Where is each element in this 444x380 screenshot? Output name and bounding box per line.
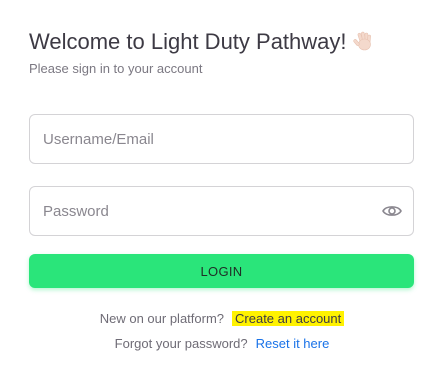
password-input[interactable] [43, 187, 373, 235]
page-subtitle: Please sign in to your account [29, 61, 203, 76]
new-platform-text: New on our platform? [99, 311, 225, 326]
eye-icon[interactable] [381, 201, 403, 221]
reset-password-row: Forgot your password? Reset it here [0, 336, 444, 352]
page-title: Welcome to Light Duty Pathway! [29, 28, 373, 59]
reset-password-link[interactable]: Reset it here [256, 336, 330, 351]
password-field[interactable] [29, 186, 414, 236]
create-account-row: New on our platform? Create an account [0, 311, 444, 327]
waving-hand-icon [352, 30, 373, 59]
login-button[interactable]: LOGIN [29, 254, 414, 288]
login-card: Welcome to Light Duty Pathway! Please si… [0, 0, 444, 380]
username-field[interactable] [29, 114, 414, 164]
username-input[interactable] [43, 115, 373, 163]
title-text: Welcome to Light Duty Pathway! [29, 29, 347, 54]
forgot-password-text: Forgot your password? [114, 336, 248, 351]
create-account-link[interactable]: Create an account [232, 311, 345, 326]
